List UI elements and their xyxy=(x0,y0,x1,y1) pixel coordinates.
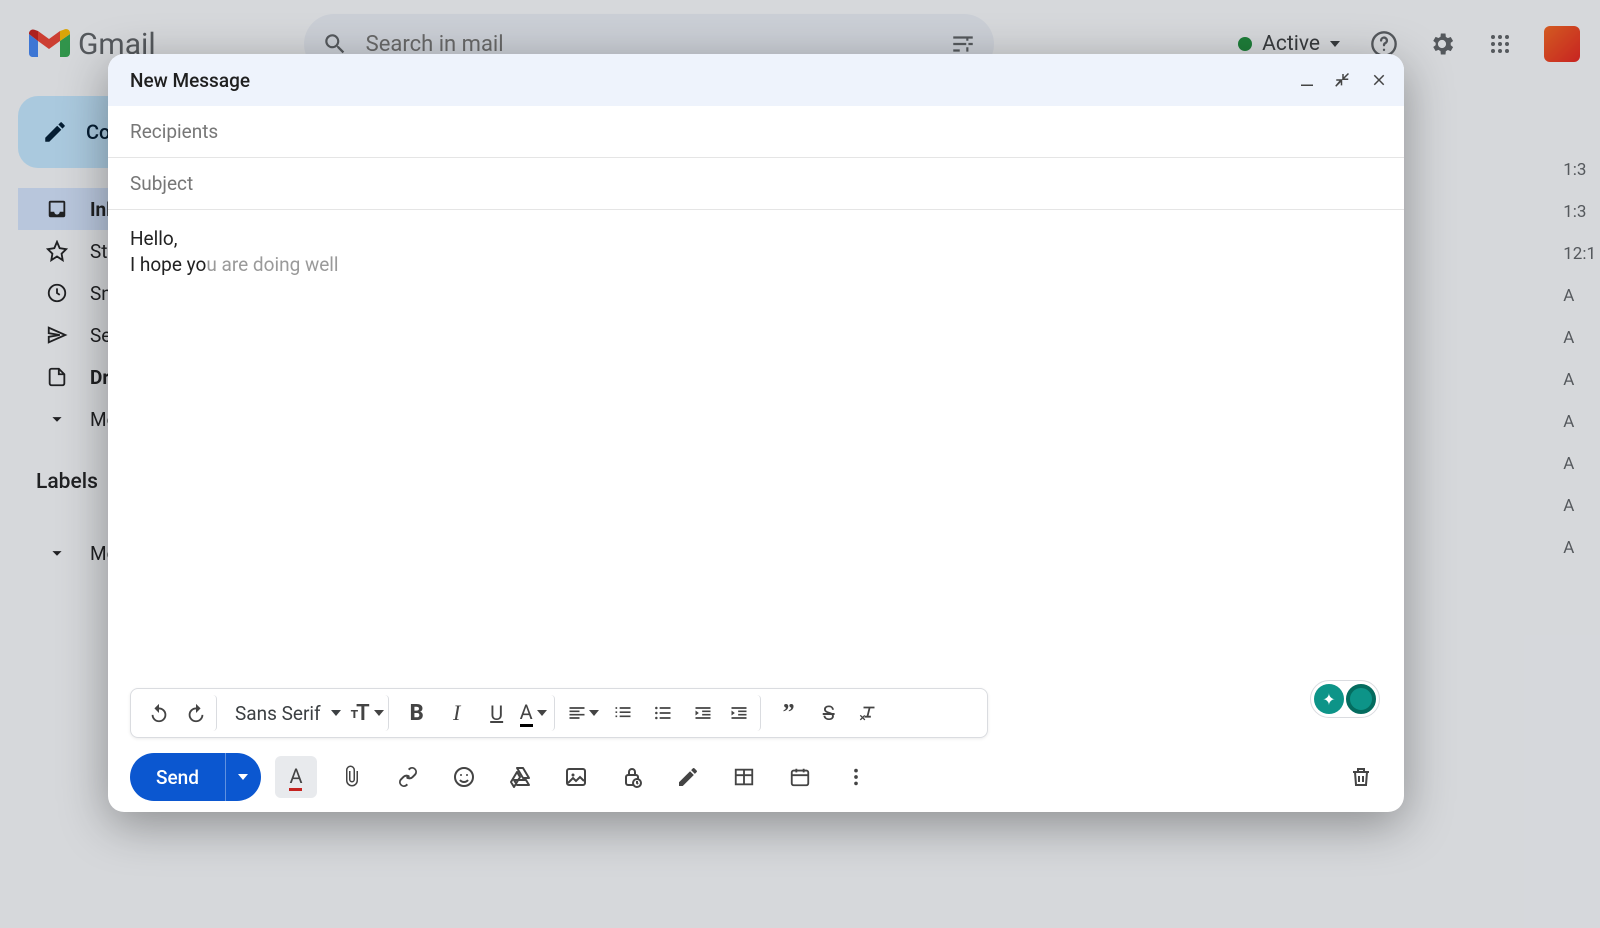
chevron-down-icon xyxy=(537,710,547,716)
emoji-icon xyxy=(452,765,476,789)
image-icon xyxy=(564,765,588,789)
chevron-down-icon xyxy=(331,710,341,716)
numbered-list-button[interactable] xyxy=(605,695,641,731)
send-more-button[interactable] xyxy=(225,753,261,801)
text-color-button[interactable]: A xyxy=(519,695,555,731)
paperclip-icon xyxy=(340,765,364,789)
body-typed-text: Hello,I hope yo xyxy=(130,227,206,276)
insert-photo-button[interactable] xyxy=(555,756,597,798)
recipients-field[interactable] xyxy=(108,106,1404,158)
italic-button[interactable]: I xyxy=(439,695,475,731)
text-format-icon: A xyxy=(289,764,302,791)
bulleted-list-button[interactable] xyxy=(645,695,681,731)
send-button[interactable]: Send xyxy=(130,753,261,801)
compose-action-bar: Send A xyxy=(108,742,1404,812)
italic-icon: I xyxy=(453,700,460,726)
formatting-options-button[interactable]: A xyxy=(275,756,317,798)
more-vert-icon xyxy=(845,766,867,788)
remove-formatting-icon xyxy=(858,702,880,724)
insert-table-button[interactable] xyxy=(723,756,765,798)
remove-formatting-button[interactable] xyxy=(851,695,887,731)
indent-more-button[interactable] xyxy=(725,695,761,731)
recipients-input[interactable] xyxy=(130,120,1382,143)
grammarly-suggest-icon: ✦ xyxy=(1314,684,1344,714)
insert-calendar-button[interactable] xyxy=(779,756,821,798)
grammarly-status-icon xyxy=(1346,684,1376,714)
font-family-select[interactable]: Sans Serif xyxy=(227,702,349,725)
send-label: Send xyxy=(130,766,225,789)
subject-input[interactable] xyxy=(130,172,1382,195)
link-icon xyxy=(396,765,420,789)
compose-dialog: New Message Hello,I hope you are doing w… xyxy=(108,54,1404,812)
lock-clock-icon xyxy=(620,765,644,789)
quote-icon: ” xyxy=(783,700,795,727)
strikethrough-icon: S xyxy=(823,701,835,725)
subject-field[interactable] xyxy=(108,158,1404,210)
trash-icon xyxy=(1349,765,1373,789)
undo-icon xyxy=(148,702,170,724)
insert-emoji-button[interactable] xyxy=(443,756,485,798)
calendar-icon xyxy=(789,766,811,788)
pen-icon xyxy=(676,765,700,789)
drive-icon xyxy=(508,765,532,789)
compose-header: New Message xyxy=(108,54,1404,106)
chevron-down-icon xyxy=(374,710,384,716)
font-family-label: Sans Serif xyxy=(235,702,321,725)
insert-signature-button[interactable] xyxy=(667,756,709,798)
redo-button[interactable] xyxy=(181,695,217,731)
confidential-mode-button[interactable] xyxy=(611,756,653,798)
align-button[interactable] xyxy=(565,695,601,731)
bulleted-list-icon xyxy=(653,703,673,723)
chevron-down-icon xyxy=(238,774,248,780)
compose-body[interactable]: Hello,I hope you are doing well xyxy=(108,210,1404,688)
insert-drive-button[interactable] xyxy=(499,756,541,798)
indent-less-button[interactable] xyxy=(685,695,721,731)
quote-button[interactable]: ” xyxy=(771,695,807,731)
underline-button[interactable]: U xyxy=(479,695,515,731)
formatting-toolbar: Sans Serif тT B I U A ” S xyxy=(130,688,988,738)
text-color-icon: A xyxy=(520,700,533,727)
attach-file-button[interactable] xyxy=(331,756,373,798)
chevron-down-icon xyxy=(589,710,599,716)
indent-less-icon xyxy=(693,703,713,723)
bold-icon: B xyxy=(410,701,424,726)
compose-title: New Message xyxy=(130,69,250,92)
bold-button[interactable]: B xyxy=(399,695,435,731)
fullscreen-exit-icon[interactable] xyxy=(1334,71,1352,89)
underline-icon: U xyxy=(490,701,503,725)
redo-icon xyxy=(185,702,207,724)
close-icon[interactable] xyxy=(1370,71,1388,89)
insert-link-button[interactable] xyxy=(387,756,429,798)
table-icon xyxy=(733,766,755,788)
more-options-button[interactable] xyxy=(835,756,877,798)
minimize-icon[interactable] xyxy=(1298,71,1316,89)
grammarly-widget[interactable]: ✦ xyxy=(1310,680,1380,718)
body-suggestion-text: u are doing well xyxy=(206,253,338,276)
strikethrough-button[interactable]: S xyxy=(811,695,847,731)
discard-draft-button[interactable] xyxy=(1340,756,1382,798)
align-icon xyxy=(567,703,587,723)
font-size-button[interactable]: тT xyxy=(353,695,389,731)
undo-button[interactable] xyxy=(141,695,177,731)
numbered-list-icon xyxy=(613,703,633,723)
indent-more-icon xyxy=(729,703,749,723)
